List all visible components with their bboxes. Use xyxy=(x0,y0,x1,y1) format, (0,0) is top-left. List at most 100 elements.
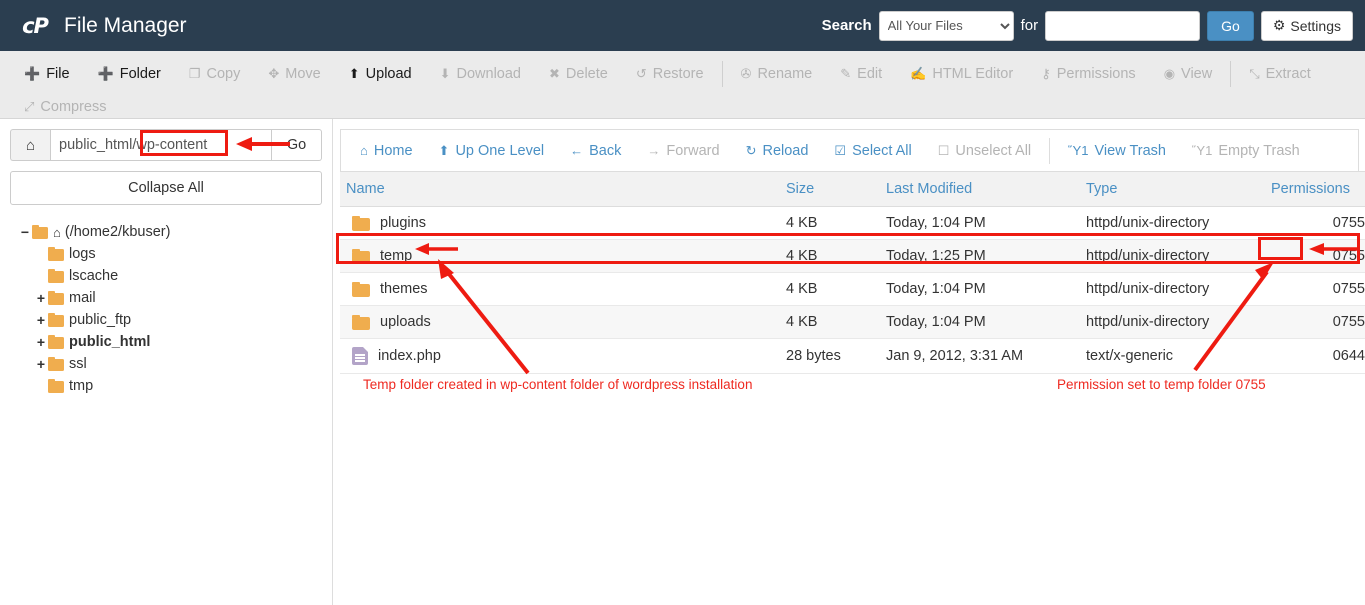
path-home-icon[interactable]: ⌂ xyxy=(10,129,50,161)
tree-item-ssl[interactable]: + ssl xyxy=(18,353,332,375)
cell-name[interactable]: index.php xyxy=(340,338,780,374)
table-row[interactable]: temp 4 KB Today, 1:25 PM httpd/unix-directo… xyxy=(340,239,1365,273)
nav-button-reload[interactable]: ↻ Reload xyxy=(733,136,822,166)
arrow-left-icon: ← xyxy=(570,143,584,158)
toolbar-button-label: Copy xyxy=(206,65,241,82)
expand-icon[interactable]: + xyxy=(34,312,48,328)
file-name-label: uploads xyxy=(380,314,431,330)
path-input[interactable]: public_html/wp-content xyxy=(50,129,272,161)
column-header-type[interactable]: Type xyxy=(1080,171,1265,207)
cell-type: httpd/unix-directory xyxy=(1080,239,1265,273)
search-scope-select[interactable]: All Your Files xyxy=(878,10,1014,41)
tree-item-label: public_html xyxy=(69,334,151,350)
cell-permissions: 0755 xyxy=(1265,239,1365,273)
toolbar-button-label: Delete xyxy=(565,65,608,82)
eye-icon: ◉ xyxy=(1163,66,1176,81)
toolbar-button-label: Rename xyxy=(757,65,813,82)
tree-item-public_html[interactable]: + public_html xyxy=(18,331,332,353)
trash-icon: Ὕ1 xyxy=(1068,143,1089,158)
toolbar-button-folder[interactable]: ➕ Folder xyxy=(84,60,175,88)
folder-icon xyxy=(48,268,64,283)
toolbar-button-delete: ✖ Delete xyxy=(535,60,622,88)
tree-item-public_ftp[interactable]: + public_ftp xyxy=(18,309,332,331)
column-header-size[interactable]: Size xyxy=(780,171,880,207)
arrow-up-icon: ⬆ xyxy=(438,142,450,158)
copy-icon: ❐ xyxy=(188,66,201,81)
tree-item-label: mail xyxy=(69,290,96,306)
tree-item-label: lscache xyxy=(69,268,119,284)
expand-icon[interactable]: + xyxy=(34,356,48,372)
toolbar-button-html-editor: ✍ HTML Editor xyxy=(896,60,1027,88)
table-row[interactable]: plugins 4 KB Today, 1:04 PM httpd/unix-dire… xyxy=(340,206,1365,240)
download-icon: ⬇ xyxy=(439,66,451,81)
toolbar-button-file[interactable]: ➕ File xyxy=(10,60,84,88)
cell-modified: Today, 1:04 PM xyxy=(880,305,1080,339)
toolbar-button-label: View xyxy=(1181,65,1213,82)
sidebar: ⌂ public_html/wp-content Go Collapse All… xyxy=(0,119,333,605)
cell-type: text/x-generic xyxy=(1080,338,1265,374)
nav-button-home[interactable]: ⌂ Home xyxy=(347,136,426,166)
key-icon: ⚷ xyxy=(1041,66,1051,81)
toolbar-separator xyxy=(1230,60,1232,87)
expand-icon[interactable]: + xyxy=(34,290,48,306)
file-table: Name Size Last Modified Type Permissions… xyxy=(340,171,1365,374)
cell-name[interactable]: uploads xyxy=(340,305,780,339)
path-prefix: public_html/ xyxy=(59,137,137,153)
column-header-permissions[interactable]: Permissions xyxy=(1265,171,1365,207)
table-row[interactable]: themes 4 KB Today, 1:04 PM httpd/unix-direc… xyxy=(340,272,1365,306)
tree-item-logs[interactable]: logs xyxy=(18,243,332,265)
toolbar-button-label: Compress xyxy=(40,98,107,115)
toolbar-button-upload[interactable]: ⬆ Upload xyxy=(335,60,426,88)
plus-icon: ➕ xyxy=(24,66,41,81)
table-row[interactable]: uploads 4 KB Today, 1:04 PM httpd/unix-dire… xyxy=(340,305,1365,339)
cell-name[interactable]: temp xyxy=(340,239,780,273)
nav-button-label: Reload xyxy=(762,142,809,159)
path-go-button[interactable]: Go xyxy=(272,129,322,161)
table-row[interactable]: index.php 28 bytes Jan 9, 2012, 3:31 AM tex… xyxy=(340,338,1365,374)
collapse-icon[interactable]: − xyxy=(18,224,32,240)
app-header: cP File Manager Search All Your Files fo… xyxy=(0,0,1365,51)
gear-icon: ⚙ xyxy=(1272,17,1286,33)
cell-type: httpd/unix-directory xyxy=(1080,206,1265,240)
tree-item-tmp[interactable]: tmp xyxy=(18,375,332,397)
toolbar-button-edit: ✎ Edit xyxy=(826,60,896,88)
cell-name[interactable]: themes xyxy=(340,272,780,306)
nav-button-empty-trash: Ὕ1 Empty Trash xyxy=(1179,136,1313,166)
toolbar-button-extract: ⤡ Extract xyxy=(1235,60,1325,88)
cell-permissions: 0755 xyxy=(1265,305,1365,339)
nav-button-select-all[interactable]: ☑ Select All xyxy=(821,136,924,166)
nav-button-back[interactable]: ← Back xyxy=(557,136,634,166)
tree-item-lscache[interactable]: lscache xyxy=(18,265,332,287)
cell-size: 4 KB xyxy=(780,206,880,240)
toolbar-button-rename: ✇ Rename xyxy=(727,60,827,88)
nav-button-up-one-level[interactable]: ⬆ Up One Level xyxy=(426,136,558,166)
html-editor-icon: ✍ xyxy=(910,66,927,81)
toolbar-separator xyxy=(721,60,723,87)
undo-icon: ↺ xyxy=(635,66,647,81)
collapse-all-button[interactable]: Collapse All xyxy=(10,171,322,205)
reload-icon: ↻ xyxy=(745,142,757,158)
toolbar-button-view: ◉ View xyxy=(1150,60,1227,88)
page-title: File Manager xyxy=(64,13,187,37)
tree-item-mail[interactable]: + mail xyxy=(18,287,332,309)
nav-button-view-trash[interactable]: Ὕ1 View Trash xyxy=(1055,136,1179,166)
x-icon: ✖ xyxy=(549,66,560,81)
file-nav-toolbar: ⌂ Home ⬆ Up One Level ← Back → Forward ↻ Reload ☑ S… xyxy=(340,129,1359,171)
tree-item-home2kbuser[interactable]: − ⌂ (/home2/kbuser) xyxy=(18,221,332,243)
column-header-name[interactable]: Name xyxy=(340,171,780,207)
cell-modified: Today, 1:04 PM xyxy=(880,272,1080,306)
nav-button-label: Forward xyxy=(666,142,720,159)
folder-icon xyxy=(48,378,64,393)
settings-button[interactable]: ⚙ Settings xyxy=(1260,10,1353,41)
nav-button-unselect-all: ☐ Unselect All xyxy=(925,136,1044,166)
toolbar-button-download: ⬇ Download xyxy=(426,60,535,88)
search-input[interactable] xyxy=(1045,10,1201,41)
expand-icon[interactable]: + xyxy=(34,334,48,350)
search-go-button[interactable]: Go xyxy=(1207,10,1254,41)
column-header-modified[interactable]: Last Modified xyxy=(880,171,1080,207)
cell-modified: Jan 9, 2012, 3:31 AM xyxy=(880,338,1080,374)
toolbar-button-label: Edit xyxy=(857,65,883,82)
cell-name[interactable]: plugins xyxy=(340,206,780,240)
